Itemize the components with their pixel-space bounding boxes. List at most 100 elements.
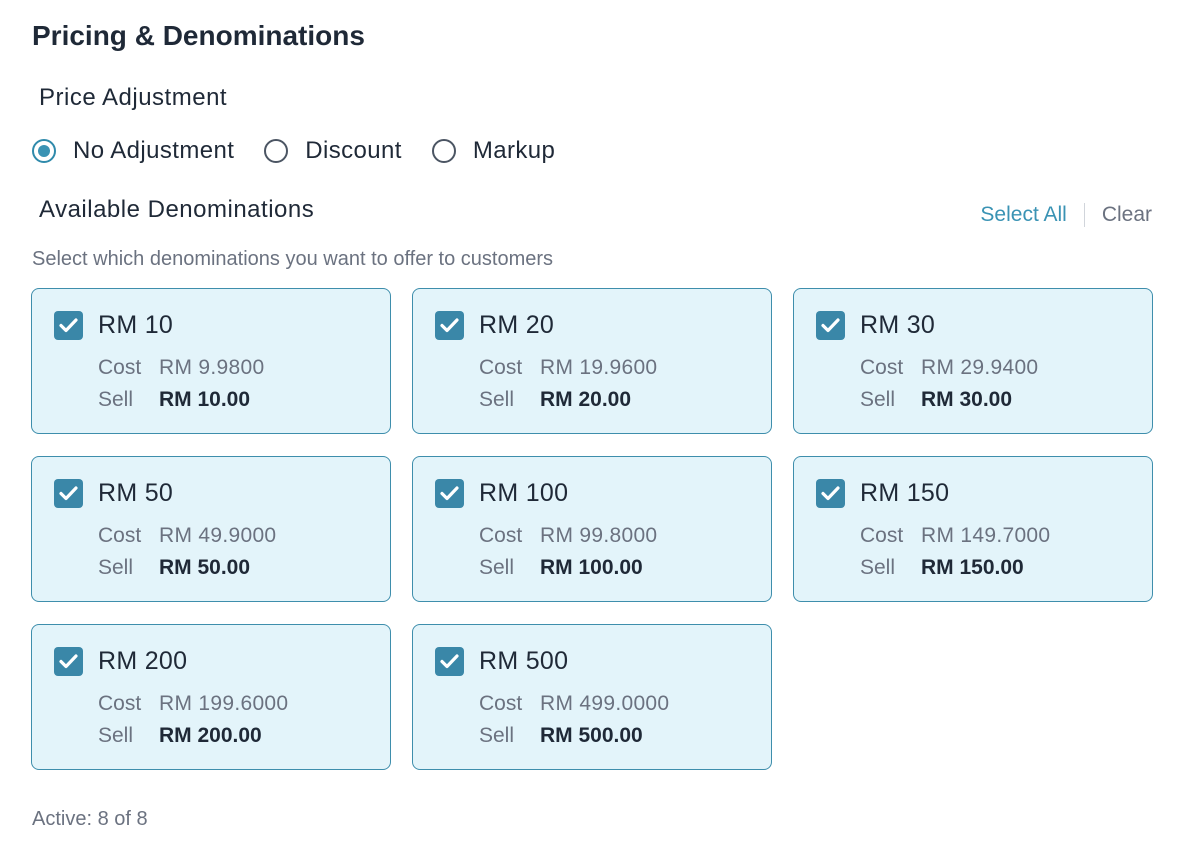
denomination-title: RM 30 xyxy=(860,311,936,339)
sell-row: Sell RM 150.00 xyxy=(860,554,1024,582)
denomination-title: RM 20 xyxy=(479,311,555,339)
sell-label: Sell xyxy=(98,556,134,579)
cost-row: Cost RM 99.8000 xyxy=(479,522,657,550)
radio-label: Discount xyxy=(305,137,402,164)
cost-value: RM 499.0000 xyxy=(540,692,670,715)
denomination-card[interactable]: RM 20 Cost RM 19.9600 Sell RM 20.00 xyxy=(412,288,772,434)
section-title: Pricing & Denominations xyxy=(32,20,365,51)
denomination-card[interactable]: RM 100 Cost RM 99.8000 Sell RM 100.00 xyxy=(412,456,772,602)
denomination-grid: RM 10 Cost RM 9.9800 Sell RM 10.00 RM 20… xyxy=(31,288,1153,770)
sell-value: RM 10.00 xyxy=(159,388,251,411)
checkmark-icon xyxy=(440,486,459,501)
denomination-card[interactable]: RM 500 Cost RM 499.0000 Sell RM 500.00 xyxy=(412,624,772,770)
radio-label: Markup xyxy=(472,137,556,164)
sell-row: Sell RM 200.00 xyxy=(98,722,262,750)
denomination-title: RM 500 xyxy=(479,647,569,675)
sell-label: Sell xyxy=(98,388,134,411)
sell-row: Sell RM 500.00 xyxy=(479,722,643,750)
sell-row: Sell RM 50.00 xyxy=(98,554,250,582)
denomination-card[interactable]: RM 150 Cost RM 149.7000 Sell RM 150.00 xyxy=(793,456,1153,602)
checkmark-icon xyxy=(821,486,840,501)
cost-row: Cost RM 49.9000 xyxy=(98,522,276,550)
cost-row: Cost RM 499.0000 xyxy=(479,690,669,718)
cost-label: Cost xyxy=(98,356,142,379)
cost-value: RM 199.6000 xyxy=(159,692,289,715)
cost-row: Cost RM 29.9400 xyxy=(860,354,1038,382)
radio-button[interactable] xyxy=(264,139,289,163)
denomination-card[interactable]: RM 10 Cost RM 9.9800 Sell RM 10.00 xyxy=(31,288,391,434)
sell-row: Sell RM 20.00 xyxy=(479,386,631,414)
checkbox-checked[interactable] xyxy=(816,311,845,340)
cost-label: Cost xyxy=(860,356,904,379)
sell-label: Sell xyxy=(479,724,515,747)
checkbox-checked[interactable] xyxy=(435,647,464,676)
radio-markup[interactable]: Markup xyxy=(431,137,556,165)
price-adjustment-heading: Price Adjustment xyxy=(39,84,228,111)
available-denominations-heading: Available Denominations xyxy=(39,196,315,223)
active-count-text: Active: 8 of 8 xyxy=(32,808,148,830)
sell-value: RM 200.00 xyxy=(159,724,262,747)
checkmark-icon xyxy=(440,654,459,669)
price-adjustment-radio-group: No Adjustment Discount Markup xyxy=(32,134,585,168)
radio-label: No Adjustment xyxy=(73,137,235,164)
checkmark-icon xyxy=(59,318,78,333)
denomination-card[interactable]: RM 50 Cost RM 49.9000 Sell RM 50.00 xyxy=(31,456,391,602)
checkbox-checked[interactable] xyxy=(54,647,83,676)
sell-row: Sell RM 100.00 xyxy=(479,554,643,582)
cost-row: Cost RM 19.9600 xyxy=(479,354,657,382)
checkmark-icon xyxy=(59,486,78,501)
cost-row: Cost RM 199.6000 xyxy=(98,690,288,718)
denomination-title: RM 10 xyxy=(98,311,174,339)
cost-label: Cost xyxy=(98,524,142,547)
denomination-card[interactable]: RM 30 Cost RM 29.9400 Sell RM 30.00 xyxy=(793,288,1153,434)
sell-value: RM 100.00 xyxy=(540,556,643,579)
selection-links: Select All Clear xyxy=(980,200,1152,230)
checkbox-checked[interactable] xyxy=(435,479,464,508)
sell-label: Sell xyxy=(98,724,134,747)
radio-button[interactable] xyxy=(431,139,456,163)
sell-label: Sell xyxy=(479,388,515,411)
checkbox-checked[interactable] xyxy=(54,479,83,508)
cost-value: RM 29.9400 xyxy=(921,356,1039,379)
checkmark-icon xyxy=(821,318,840,333)
denominations-helper-text: Select which denominations you want to o… xyxy=(32,248,554,270)
checkmark-icon xyxy=(440,318,459,333)
cost-label: Cost xyxy=(479,692,523,715)
sell-value: RM 30.00 xyxy=(921,388,1013,411)
radio-no-adjustment[interactable]: No Adjustment xyxy=(32,137,234,165)
denomination-title: RM 150 xyxy=(860,479,950,507)
cost-value: RM 49.9000 xyxy=(159,524,277,547)
denomination-title: RM 100 xyxy=(479,479,569,507)
link-divider xyxy=(1083,203,1085,227)
checkmark-icon xyxy=(59,654,78,669)
select-all-link[interactable]: Select All xyxy=(980,203,1066,227)
sell-row: Sell RM 10.00 xyxy=(98,386,250,414)
sell-value: RM 150.00 xyxy=(921,556,1024,579)
cost-value: RM 149.7000 xyxy=(921,524,1051,547)
sell-label: Sell xyxy=(860,556,896,579)
sell-row: Sell RM 30.00 xyxy=(860,386,1012,414)
cost-value: RM 9.9800 xyxy=(159,356,265,379)
sell-value: RM 50.00 xyxy=(159,556,251,579)
radio-discount[interactable]: Discount xyxy=(264,137,402,165)
sell-value: RM 500.00 xyxy=(540,724,643,747)
checkbox-checked[interactable] xyxy=(435,311,464,340)
checkbox-checked[interactable] xyxy=(816,479,845,508)
radio-button-selected[interactable] xyxy=(32,139,56,163)
sell-value: RM 20.00 xyxy=(540,388,632,411)
cost-value: RM 19.9600 xyxy=(540,356,658,379)
denomination-title: RM 50 xyxy=(98,479,174,507)
sell-label: Sell xyxy=(860,388,896,411)
cost-label: Cost xyxy=(98,692,142,715)
cost-label: Cost xyxy=(479,524,523,547)
denomination-card[interactable]: RM 200 Cost RM 199.6000 Sell RM 200.00 xyxy=(31,624,391,770)
sell-label: Sell xyxy=(479,556,515,579)
clear-link[interactable]: Clear xyxy=(1102,203,1152,227)
checkbox-checked[interactable] xyxy=(54,311,83,340)
cost-row: Cost RM 9.9800 xyxy=(98,354,264,382)
cost-row: Cost RM 149.7000 xyxy=(860,522,1050,550)
cost-value: RM 99.8000 xyxy=(540,524,658,547)
cost-label: Cost xyxy=(479,356,523,379)
cost-label: Cost xyxy=(860,524,904,547)
denomination-title: RM 200 xyxy=(98,647,188,675)
